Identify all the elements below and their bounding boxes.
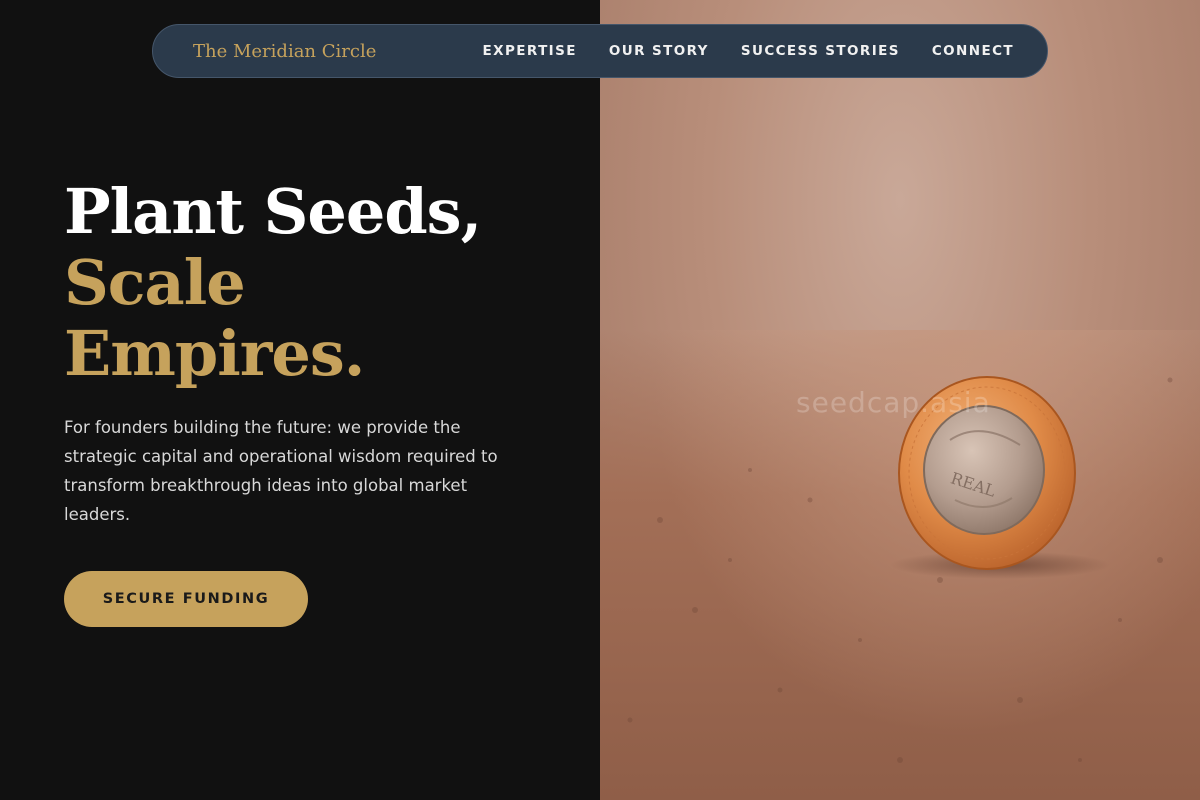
navbar: The Meridian Circle EXPERTISE OUR STORY … [152, 24, 1048, 78]
headline-line-3: Empires. [64, 317, 365, 390]
headline-line-2: Scale [64, 246, 246, 319]
headline-line-1: Plant Seeds, [64, 175, 482, 248]
nav-links: EXPERTISE OUR STORY SUCCESS STORIES CONN… [483, 43, 1014, 59]
secure-funding-button[interactable]: SECURE FUNDING [64, 571, 308, 627]
watermark-text: seedcap.asia [796, 386, 991, 419]
nav-link-success-stories[interactable]: SUCCESS STORIES [741, 43, 900, 59]
hero-section: Plant Seeds, Scale Empires. For founders… [64, 176, 564, 529]
nav-link-expertise[interactable]: EXPERTISE [483, 43, 577, 59]
nav-link-connect[interactable]: CONNECT [932, 43, 1014, 59]
nav-link-our-story[interactable]: OUR STORY [609, 43, 709, 59]
hero-description: For founders building the future: we pro… [64, 418, 498, 524]
hero-headline: Plant Seeds, Scale Empires. [64, 176, 564, 389]
brand-logo[interactable]: The Meridian Circle [193, 41, 483, 62]
